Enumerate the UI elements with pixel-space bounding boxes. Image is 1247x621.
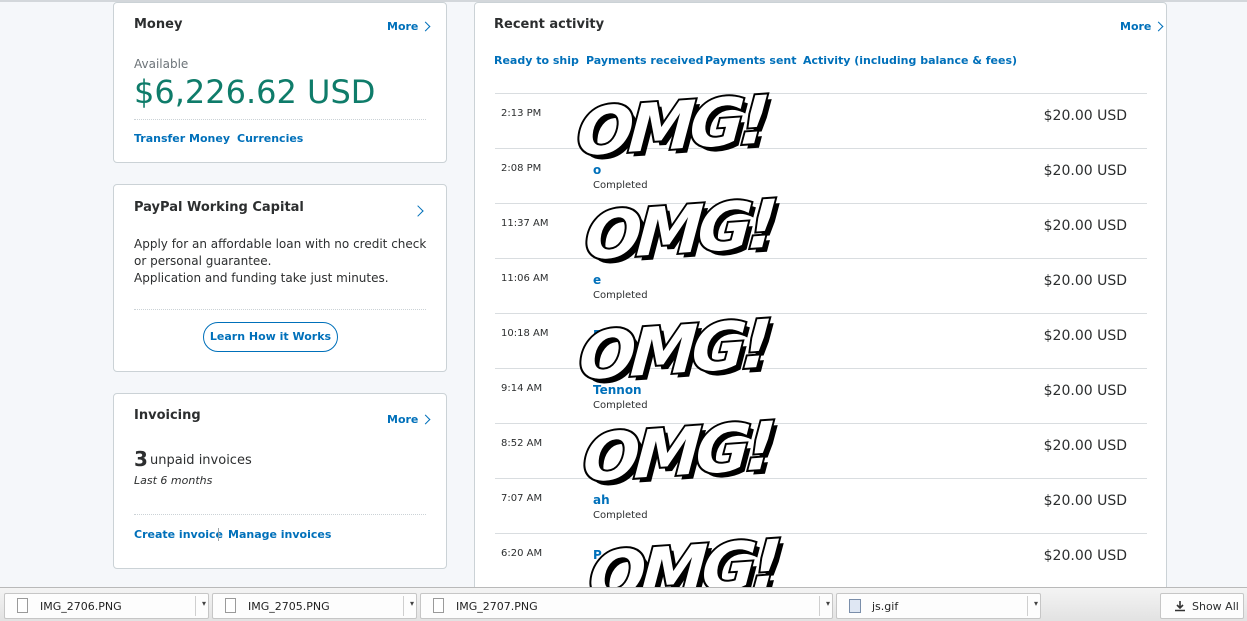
- tab-payments-sent[interactable]: Payments sent: [705, 54, 797, 67]
- activity-time: 11:06 AM: [501, 273, 549, 284]
- chevron-right-icon: [1153, 21, 1164, 32]
- invoicing-card: Invoicing More 3 unpaid invoices Last 6 …: [113, 393, 447, 569]
- chevron-right-icon: [420, 414, 431, 425]
- show-all-label: Show All: [1192, 600, 1239, 613]
- activity-time: 6:20 AM: [501, 548, 543, 559]
- activity-status: Completed: [593, 290, 648, 301]
- recent-activity-card: Recent activity More Ready to ship Payme…: [474, 2, 1167, 602]
- invoicing-divider: [134, 514, 426, 515]
- working-capital-line-3: Application and funding take just minute…: [134, 271, 389, 285]
- activity-amount: $20.00 USD: [1043, 493, 1127, 509]
- invoicing-title: Invoicing: [134, 408, 201, 423]
- activity-amount: $20.00 USD: [1043, 383, 1127, 399]
- download-item[interactable]: js.gif ▾: [836, 593, 1041, 619]
- balance-amount: $6,226.62 USD: [134, 73, 376, 111]
- download-item[interactable]: IMG_2707.PNG ▾: [420, 593, 833, 619]
- currencies-link[interactable]: Currencies: [237, 132, 303, 145]
- available-label: Available: [134, 57, 189, 71]
- money-more-link[interactable]: More: [387, 20, 431, 33]
- manage-invoices-link[interactable]: Manage invoices: [228, 528, 331, 541]
- omg-sticker: OMG!: [575, 304, 772, 398]
- invoicing-more-link[interactable]: More: [387, 413, 431, 426]
- working-capital-divider: [134, 309, 426, 310]
- activity-time: 9:14 AM: [501, 383, 543, 394]
- recent-activity-title: Recent activity: [494, 17, 605, 32]
- download-item[interactable]: IMG_2706.PNG ▾: [4, 593, 209, 619]
- dropdown-arrow-icon[interactable]: ▾: [1034, 599, 1038, 608]
- download-filename: IMG_2706.PNG: [40, 600, 122, 613]
- working-capital-card[interactable]: PayPal Working Capital Apply for an affo…: [113, 184, 447, 372]
- download-filename: IMG_2705.PNG: [248, 600, 330, 613]
- tab-ready-to-ship[interactable]: Ready to ship: [494, 54, 579, 67]
- activity-time: 7:07 AM: [501, 493, 543, 504]
- omg-sticker: OMG!: [581, 184, 778, 278]
- dropdown-separator: [403, 596, 404, 616]
- activity-status: Completed: [593, 180, 648, 191]
- working-capital-title: PayPal Working Capital: [134, 200, 304, 215]
- dropdown-separator: [195, 596, 196, 616]
- activity-amount: $20.00 USD: [1043, 273, 1127, 289]
- chevron-right-icon[interactable]: [412, 205, 424, 217]
- working-capital-line-1: Apply for an affordable loan with no cre…: [134, 237, 427, 251]
- money-card: Money More Available $6,226.62 USD Trans…: [113, 2, 447, 163]
- activity-time: 2:13 PM: [501, 108, 542, 119]
- dropdown-arrow-icon[interactable]: ▾: [410, 599, 414, 608]
- dropdown-arrow-icon[interactable]: ▾: [826, 599, 830, 608]
- omg-sticker: OMG!: [573, 80, 770, 174]
- activity-time: 11:37 AM: [501, 218, 549, 229]
- activity-status: Completed: [593, 510, 648, 521]
- working-capital-line-2: or personal guarantee.: [134, 254, 272, 268]
- chevron-right-icon: [420, 21, 431, 32]
- activity-time: 8:52 AM: [501, 438, 543, 449]
- activity-name[interactable]: e: [593, 273, 601, 287]
- activity-amount: $20.00 USD: [1043, 163, 1127, 179]
- link-separator: [218, 528, 219, 541]
- download-icon: [1175, 601, 1185, 612]
- unpaid-label: unpaid invoices: [150, 453, 252, 468]
- unpaid-count: 3: [134, 447, 148, 471]
- download-bar: IMG_2706.PNG ▾ IMG_2705.PNG ▾ IMG_2707.P…: [0, 587, 1247, 621]
- dropdown-separator: [1027, 596, 1028, 616]
- activity-amount: $20.00 USD: [1043, 328, 1127, 344]
- tab-activity-all[interactable]: Activity (including balance & fees): [803, 54, 1017, 67]
- file-icon: [225, 598, 236, 613]
- activity-amount: $20.00 USD: [1043, 438, 1127, 454]
- money-more-label: More: [387, 20, 419, 33]
- activity-more-label: More: [1120, 20, 1152, 33]
- download-filename: js.gif: [872, 600, 899, 613]
- file-icon: [433, 598, 444, 613]
- invoicing-more-label: More: [387, 413, 419, 426]
- money-title: Money: [134, 17, 183, 32]
- activity-amount: $20.00 USD: [1043, 108, 1127, 124]
- link-separator-dot: ·: [224, 131, 228, 144]
- activity-amount: $20.00 USD: [1043, 548, 1127, 564]
- dropdown-arrow-icon[interactable]: ▾: [202, 599, 206, 608]
- invoice-period: Last 6 months: [134, 474, 213, 487]
- activity-status: Completed: [593, 400, 648, 411]
- download-filename: IMG_2707.PNG: [456, 600, 538, 613]
- file-icon: [17, 598, 28, 613]
- download-item[interactable]: IMG_2705.PNG ▾: [212, 593, 417, 619]
- omg-sticker: OMG!: [579, 406, 776, 500]
- money-divider: [134, 119, 426, 120]
- dropdown-separator: [819, 596, 820, 616]
- create-invoice-link[interactable]: Create invoice: [134, 528, 223, 541]
- show-all-button[interactable]: Show All: [1160, 593, 1244, 619]
- activity-more-link[interactable]: More: [1120, 20, 1164, 33]
- image-file-icon: [849, 599, 861, 613]
- activity-time: 10:18 AM: [501, 328, 549, 339]
- activity-time: 2:08 PM: [501, 163, 542, 174]
- tab-payments-received[interactable]: Payments received: [586, 54, 704, 67]
- learn-how-button[interactable]: Learn How it Works: [203, 322, 338, 352]
- transfer-money-link[interactable]: Transfer Money: [134, 132, 230, 145]
- activity-amount: $20.00 USD: [1043, 218, 1127, 234]
